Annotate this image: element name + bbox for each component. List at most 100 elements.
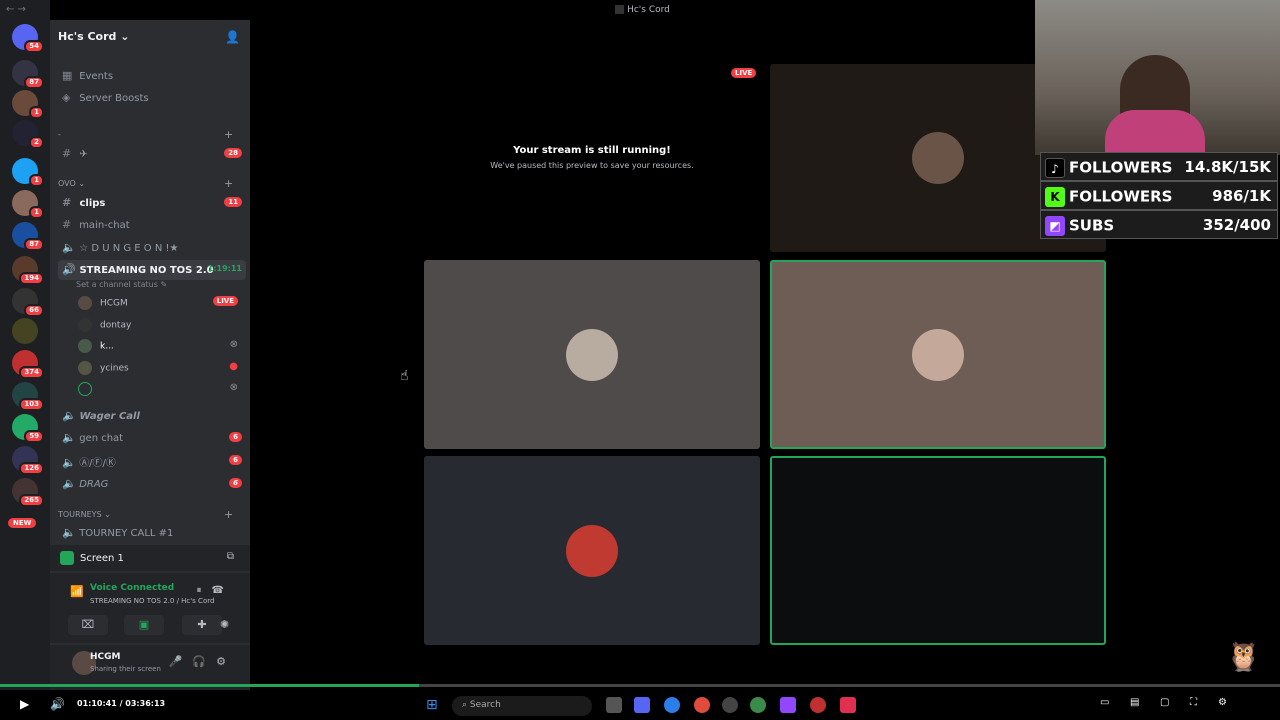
speaker-icon: 🔈: [62, 526, 76, 539]
category-blank[interactable]: - +: [58, 128, 233, 141]
streamer-shirt: [1105, 110, 1205, 155]
server-icon[interactable]: 87: [12, 60, 44, 89]
username[interactable]: HCGM: [90, 652, 120, 662]
taskbar-app-icon[interactable]: [722, 697, 738, 713]
channel-sidebar: Hc's Cord ⌄ 👤 ▦ Events ◈ Server Boosts - +…: [50, 20, 250, 690]
server-icon[interactable]: 265: [12, 478, 44, 507]
share-screen-button[interactable]: ▣: [124, 615, 164, 635]
add-channel-icon[interactable]: +: [224, 508, 233, 521]
channel-clips[interactable]: # clips 11: [58, 193, 246, 213]
settings-icon[interactable]: ⚙: [1218, 697, 1227, 708]
play-icon[interactable]: ▶: [20, 697, 29, 711]
discord-home-icon[interactable]: 54: [12, 24, 44, 53]
taskbar-app-icon[interactable]: [750, 697, 766, 713]
participant-tile[interactable]: [424, 456, 760, 645]
time-display: 01:10:41 / 03:36:13: [77, 699, 166, 708]
hand-cursor-icon: ☝: [400, 368, 409, 384]
tiktok-icon: ♪: [1045, 158, 1065, 178]
channel-status-hint[interactable]: Set a channel status ✎: [76, 280, 167, 289]
speaker-icon: 🔈: [62, 456, 76, 469]
server-icon[interactable]: [12, 318, 38, 344]
server-icon[interactable]: 87: [12, 222, 44, 251]
server-icon[interactable]: 66: [12, 288, 44, 317]
speaker-icon: 🔈: [62, 241, 76, 254]
taskbar: ⊞ ⌕ Search: [420, 690, 860, 720]
voice-user-empty[interactable]: ⊗: [78, 379, 246, 399]
windows-start-icon[interactable]: ⊞: [426, 697, 442, 713]
channel-wager-call[interactable]: 🔈 Wager Call: [58, 406, 246, 426]
voice-channel-streaming[interactable]: 🔊 STREAMING NO TOS 2.0 1:19:11: [58, 260, 246, 280]
participant-tile[interactable]: [424, 260, 760, 449]
server-icon[interactable]: 194: [12, 256, 44, 285]
taskbar-app-icon[interactable]: [606, 697, 622, 713]
server-icon[interactable]: 103: [12, 382, 44, 411]
server-icon[interactable]: 126: [12, 446, 44, 475]
twitch-app-icon[interactable]: [780, 697, 796, 713]
participant-tile-speaking[interactable]: [770, 260, 1106, 449]
mic-headset-settings-icons[interactable]: 🎤🎧⚙: [169, 655, 236, 668]
discord-icon[interactable]: [634, 697, 650, 713]
calendar-icon: ▦: [62, 69, 73, 82]
channel-tourney-call[interactable]: 🔈 TOURNEY CALL #1: [58, 523, 246, 543]
fullscreen-icon[interactable]: ⛶: [1190, 697, 1197, 708]
miniplayer-icon[interactable]: ▭: [1100, 697, 1109, 708]
server-icon[interactable]: 2: [12, 120, 44, 149]
chrome-icon[interactable]: [694, 697, 710, 713]
theater-icon[interactable]: ▤: [1130, 697, 1139, 708]
cast-icon[interactable]: ▢: [1160, 697, 1169, 708]
edge-icon[interactable]: [664, 697, 680, 713]
camera-off-button[interactable]: ⌧: [68, 615, 108, 635]
voice-user-dontay[interactable]: dontay: [78, 315, 246, 335]
avatar: [78, 339, 92, 353]
player-controls: ▶ 🔊 01:10:41 / 03:36:13 ⊞ ⌕ Search ▭ ▤ ▢…: [0, 690, 1280, 720]
nav-arrows[interactable]: ← →: [6, 4, 26, 15]
channel-main-chat[interactable]: # main-chat: [58, 215, 246, 235]
category-ovo[interactable]: OVO ⌄ +: [58, 177, 233, 190]
avatar: [566, 328, 618, 381]
voice-user-hcgm[interactable]: HCGM LIVE: [78, 293, 246, 313]
server-rail: ← → 54 87 1 2 1 1 87 194 66 374 103 59 1…: [0, 0, 50, 690]
category-tourneys[interactable]: TOURNEYS ⌄ +: [58, 508, 233, 521]
add-channel-icon[interactable]: +: [224, 177, 233, 190]
avatar: [78, 318, 92, 332]
disconnect-icon[interactable]: ⏸☎: [197, 585, 234, 596]
tiktok-app-icon[interactable]: [840, 697, 856, 713]
server-icon[interactable]: 374: [12, 350, 44, 379]
server-icon[interactable]: 1: [12, 90, 44, 119]
activities-button[interactable]: ✚: [182, 615, 222, 635]
volume-icon[interactable]: 🔊: [50, 697, 65, 711]
server-icon[interactable]: 1: [12, 158, 44, 187]
xbox-icon: ⊗: [229, 339, 238, 350]
channel-afk[interactable]: 🔈 Ⓐ/Ⓕ/Ⓚ 6: [58, 451, 246, 471]
signal-icon[interactable]: 📶: [70, 585, 84, 598]
channel-drag[interactable]: 🔈 DRAG 6: [58, 474, 246, 494]
voice-detail[interactable]: STREAMING NO TOS 2.0 / Hc's Cord: [90, 597, 214, 605]
avatar: [566, 524, 618, 577]
boost-icon: ◈: [62, 91, 71, 104]
channel-pinned[interactable]: # ✈ 28: [58, 144, 246, 164]
xbox-icon: ⊗: [229, 382, 238, 393]
voice-user-k[interactable]: k... ⊗: [78, 336, 246, 356]
server-icon[interactable]: 1: [12, 190, 44, 219]
twitch-icon: ◩: [1045, 216, 1065, 236]
server-boosts-item[interactable]: ◈ Server Boosts: [58, 88, 246, 108]
server-icon[interactable]: 59: [12, 414, 44, 443]
server-header[interactable]: Hc's Cord ⌄ 👤: [50, 20, 250, 56]
add-channel-icon[interactable]: +: [224, 128, 233, 141]
channel-dungeon[interactable]: 🔈 ☆ D U N G E O N !★: [58, 238, 246, 258]
screen-share-panel[interactable]: Screen 1 ⧉: [50, 545, 250, 571]
avatar: [912, 132, 964, 184]
channel-gen-chat[interactable]: 🔈 gen chat 6: [58, 428, 246, 448]
popout-icon[interactable]: ⧉: [227, 551, 234, 562]
speaker-icon: 🔈: [62, 477, 76, 490]
taskbar-app-icon[interactable]: [810, 697, 826, 713]
voice-user-ycines[interactable]: ycines ●: [78, 358, 246, 378]
live-badge: LIVE: [731, 68, 757, 78]
taskbar-search[interactable]: ⌕ Search: [452, 696, 592, 716]
participant-tile-speaking[interactable]: [770, 456, 1106, 645]
video-progress-bar[interactable]: [0, 684, 1280, 687]
add-member-icon[interactable]: 👤: [225, 30, 240, 44]
avatar: [78, 296, 92, 310]
events-item[interactable]: ▦ Events: [58, 66, 246, 86]
speaker-icon: 🔈: [62, 431, 76, 444]
